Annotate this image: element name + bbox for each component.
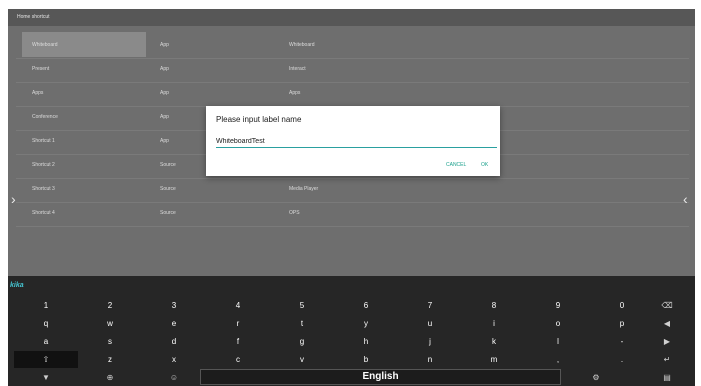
onscreen-keyboard: kika 1 2 3 4 5 6 7 8 9 0 ⌫ q w e r t y u… [8, 276, 695, 386]
shortcut-label: Shortcut 1 [32, 138, 55, 144]
key[interactable]: q [14, 315, 78, 332]
cursor-left-icon[interactable]: ◀ [642, 315, 692, 332]
key[interactable]: s [78, 333, 142, 350]
label-name-input[interactable] [216, 136, 497, 148]
emoji-icon[interactable]: ☺ [142, 369, 206, 386]
label-name-dialog: Please input label name CANCEL OK [206, 106, 500, 176]
shortcut-row[interactable]: Shortcut 3 Source Media Player [8, 179, 695, 203]
cursor-right-icon[interactable]: ▶ [642, 333, 692, 350]
shortcut-target: OPS [289, 210, 300, 216]
next-page-arrow-icon[interactable]: › [11, 192, 16, 206]
shortcut-target: Apps [289, 90, 301, 96]
key[interactable]: r [206, 315, 270, 332]
page-title: Home shortcut [17, 14, 50, 20]
keyboard-row-qwerty: q w e r t y u i o p ◀ [8, 315, 695, 332]
shortcut-label: Shortcut 3 [32, 186, 55, 192]
key[interactable]: z [78, 351, 142, 368]
key[interactable]: l [526, 333, 590, 350]
shortcut-label: Conference [32, 114, 58, 120]
keyboard-row-zxcv: ⇧ z x c v b n m , . ↵ [8, 351, 695, 368]
key[interactable]: m [462, 351, 526, 368]
dialog-title: Please input label name [216, 115, 302, 124]
key[interactable]: 4 [206, 297, 270, 314]
shortcut-target: Whiteboard [289, 42, 315, 48]
shortcut-row[interactable]: Apps App Apps [8, 83, 695, 107]
key[interactable]: x [142, 351, 206, 368]
shortcut-label: Shortcut 4 [32, 210, 55, 216]
key[interactable]: 2 [78, 297, 142, 314]
shortcut-type: App [160, 114, 169, 120]
key[interactable]: g [270, 333, 334, 350]
shortcut-type: App [160, 138, 169, 144]
key[interactable]: w [78, 315, 142, 332]
key[interactable]: 1 [14, 297, 78, 314]
keyboard-row-asdf: a s d f g h j k l - ▶ [8, 333, 695, 350]
key[interactable]: k [462, 333, 526, 350]
shortcut-label: Present [32, 66, 50, 72]
key[interactable]: , [526, 351, 590, 368]
keyboard-brand-logo: kika [10, 282, 24, 289]
key[interactable]: j [398, 333, 462, 350]
shortcut-type: Source [160, 186, 176, 192]
key[interactable]: 9 [526, 297, 590, 314]
key[interactable]: e [142, 315, 206, 332]
previous-page-arrow-icon[interactable]: ‹ [683, 192, 688, 206]
shortcut-label: Whiteboard [32, 42, 58, 48]
key[interactable]: u [398, 315, 462, 332]
shortcut-type: App [160, 90, 169, 96]
shortcut-type: Source [160, 210, 176, 216]
keyboard-row-numbers: 1 2 3 4 5 6 7 8 9 0 ⌫ [8, 297, 695, 314]
space-bar[interactable]: English [200, 369, 561, 385]
keyboard-row-bottom: ▼ ⊕ ☺ English ⚙ ▤ [8, 369, 695, 386]
key[interactable]: 8 [462, 297, 526, 314]
key[interactable]: 6 [334, 297, 398, 314]
shortcut-row[interactable]: Present App Interact [8, 59, 695, 83]
menu-icon[interactable]: ▤ [642, 369, 692, 386]
key[interactable]: a [14, 333, 78, 350]
key[interactable]: c [206, 351, 270, 368]
key[interactable]: n [398, 351, 462, 368]
key[interactable]: h [334, 333, 398, 350]
title-bar: Home shortcut [8, 9, 695, 26]
ok-button[interactable]: OK [481, 162, 488, 168]
shortcut-row[interactable]: Shortcut 4 Source OPS [8, 203, 695, 227]
shortcut-type: Source [160, 162, 176, 168]
hide-keyboard-icon[interactable]: ▼ [14, 369, 78, 386]
shortcut-type: App [160, 42, 169, 48]
backspace-icon[interactable]: ⌫ [642, 297, 692, 314]
shortcut-label: Shortcut 2 [32, 162, 55, 168]
cancel-button[interactable]: CANCEL [446, 162, 466, 168]
row-divider [16, 226, 689, 227]
key[interactable]: y [334, 315, 398, 332]
key[interactable]: i [462, 315, 526, 332]
shortcut-type: App [160, 66, 169, 72]
shift-icon[interactable]: ⇧ [14, 351, 78, 368]
key[interactable]: 5 [270, 297, 334, 314]
shortcut-label: Apps [32, 90, 44, 96]
key[interactable]: 3 [142, 297, 206, 314]
app-screen: Home shortcut Whiteboard App Whiteboard … [8, 9, 695, 386]
key[interactable]: f [206, 333, 270, 350]
shortcut-target: Media Player [289, 186, 319, 192]
key[interactable]: t [270, 315, 334, 332]
key[interactable]: v [270, 351, 334, 368]
key[interactable]: o [526, 315, 590, 332]
shortcut-row[interactable]: Whiteboard App Whiteboard [8, 35, 695, 59]
shortcut-target: Interact [289, 66, 306, 72]
key[interactable]: 7 [398, 297, 462, 314]
settings-gear-icon[interactable]: ⚙ [564, 369, 628, 386]
key[interactable]: d [142, 333, 206, 350]
enter-icon[interactable]: ↵ [642, 351, 692, 368]
key[interactable]: b [334, 351, 398, 368]
globe-icon[interactable]: ⊕ [78, 369, 142, 386]
